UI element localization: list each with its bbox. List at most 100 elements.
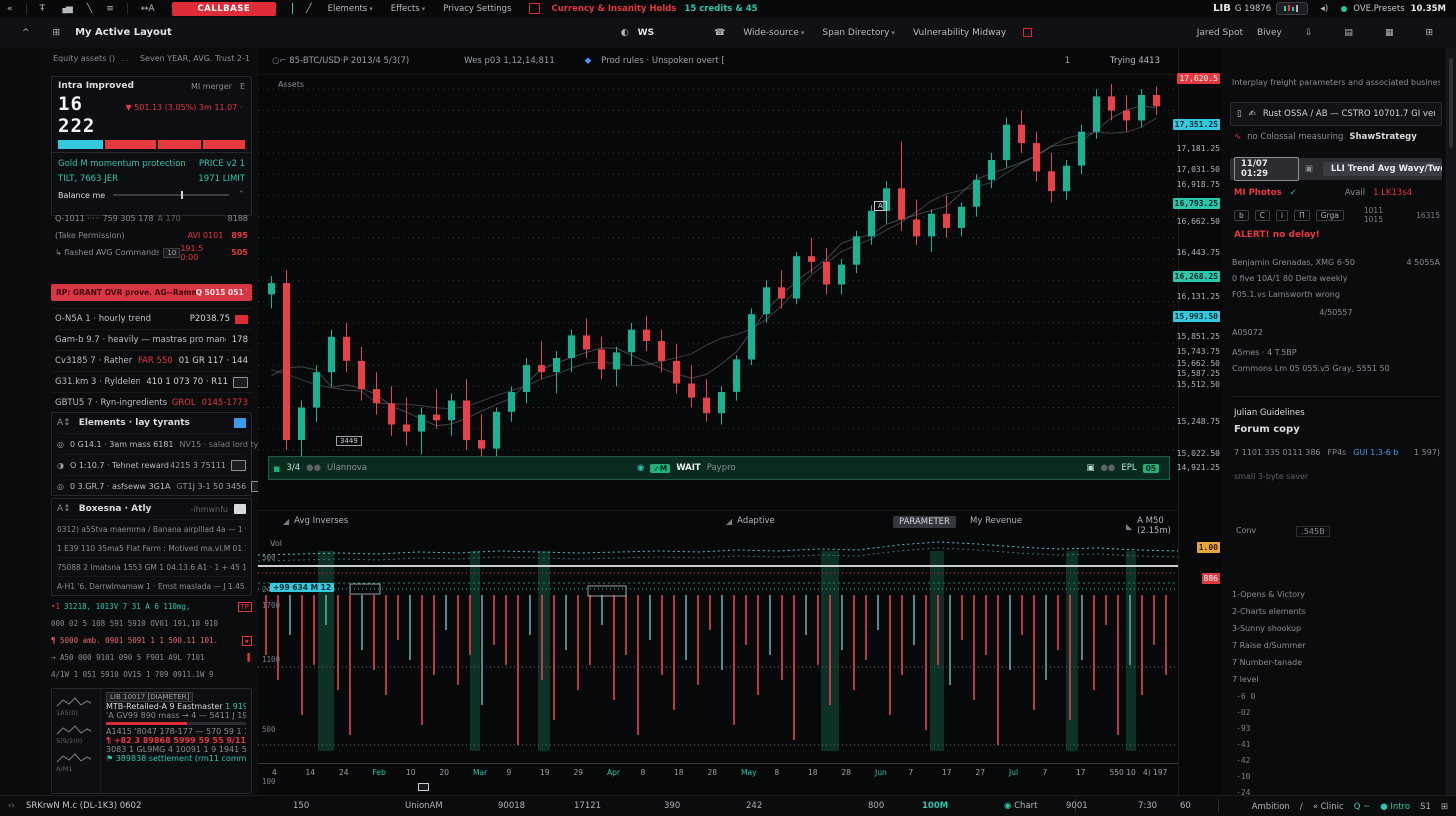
symbol-search[interactable]: ○⌐ 85-BTC/USD·P 2013/4 5/3(7): [272, 56, 409, 66]
bars-tool-icon[interactable]: ▗▅: [59, 4, 73, 14]
order-box-badge[interactable]: [233, 377, 248, 388]
menu-elements[interactable]: Elements▾: [328, 4, 373, 14]
quote-mi-label[interactable]: MI merger: [191, 82, 232, 91]
tab-timestamp[interactable]: 11/07 01:29: [1234, 157, 1299, 181]
chart-annotation-tag[interactable]: 3449: [336, 436, 362, 446]
draw-tool-icon[interactable]: ╲: [87, 4, 92, 14]
broker-row[interactable]: ▯ ✍ Rust OSSA / AB — CSTRO 10701.7 GI ve…: [1230, 102, 1442, 126]
trendline-icon[interactable]: ╱: [306, 4, 311, 14]
candlestick-chart[interactable]: [258, 74, 1178, 484]
chart-marker-a[interactable]: A: [874, 201, 887, 211]
lower-header-item[interactable]: ◢Avg Inverses: [283, 516, 348, 526]
phone-icon[interactable]: ☎: [714, 28, 725, 38]
photos-label[interactable]: MI Photos: [1234, 188, 1282, 198]
toggle-icon[interactable]: ▣: [1305, 164, 1313, 174]
right-list-item[interactable]: 2-Charts elements: [1232, 607, 1440, 616]
elements-box-badge[interactable]: [231, 460, 246, 471]
order-row[interactable]: Gam-b 9.7 · heavily — mastras pro manda-…: [51, 329, 252, 350]
format-button[interactable]: b: [1234, 210, 1249, 221]
tab-trend[interactable]: LLI Trend Avg Wavy/Two: [1323, 162, 1442, 176]
active-layout-label[interactable]: My Active Layout: [75, 27, 172, 38]
scanner-row[interactable]: ¶ 5000 amb. 0901 5091 1 1 500.11 101.▪: [51, 632, 252, 649]
order-row[interactable]: O-N5A 1 · hourly trendP2038.75: [51, 308, 252, 329]
right-list-item[interactable]: 7 Raise d/Summer: [1232, 641, 1440, 650]
format-button[interactable]: i: [1276, 210, 1288, 221]
nav-jared-spot[interactable]: Jared Spot: [1197, 28, 1243, 38]
format-button[interactable]: Π: [1294, 210, 1310, 221]
volume-chart[interactable]: [258, 537, 1178, 763]
price-axis[interactable]: 17,620.517,351.2517,181.2517,031.5016,91…: [1178, 48, 1223, 795]
order-red-badge[interactable]: [235, 315, 248, 324]
boxes-row[interactable]: 0312) a55tva maemma / Banana airplllad 4…: [57, 519, 246, 538]
scanner-row[interactable]: •131218, 1013V 7 31 A 6 110mg,TP: [51, 598, 252, 615]
back-icon[interactable]: «: [7, 4, 13, 14]
apps-grid-icon[interactable]: ⊞: [1441, 802, 1448, 812]
chevron-up-icon[interactable]: ⌃: [237, 190, 245, 200]
boxes-row[interactable]: 75088 2 Imatsna 1553 GM 1 04.13.6 A1 · 1…: [57, 557, 246, 576]
boxes-row[interactable]: 1 E39 110 35ma5 Flat Farm : Motived ma.v…: [57, 538, 246, 557]
sort-icon[interactable]: A↕: [57, 504, 71, 514]
panel-icon[interactable]: ▤: [1344, 28, 1353, 38]
alert-banner[interactable]: RP: GRANT OVR prove. AG--Rammy J MI Q 50…: [51, 284, 252, 301]
lower-header-item[interactable]: ◢Adaptive: [726, 516, 775, 526]
flag-icon[interactable]: ◆: [585, 56, 592, 66]
order-row[interactable]: G31.km 3 · Ryldelen mnemars410 1 073 70 …: [51, 371, 252, 392]
presets-label[interactable]: OVE.Presets: [1353, 4, 1404, 14]
right-list-item[interactable]: 3-Sunny shookup: [1232, 624, 1440, 633]
chart-banner[interactable]: ▪ 3/4 ●● Ulannova ◉ ✓M WAIT Paypro ▣ ●● …: [268, 456, 1170, 480]
ws-indicator[interactable]: ◐ WS: [612, 28, 654, 38]
measure-tool-icon[interactable]: ↔A: [141, 4, 155, 14]
live-trade-button[interactable]: CALLBASE: [172, 2, 277, 16]
fp-link[interactable]: GUI 1.3-6 b: [1353, 448, 1398, 457]
nav-widesource[interactable]: Wide-source▾: [743, 28, 804, 38]
time-axis[interactable]: 41424Feb1020Mar91929Apr81828May81828Jun7…: [258, 763, 1178, 782]
more-icon[interactable]: ...: [121, 54, 129, 63]
status-right-item[interactable]: ● Intro: [1380, 802, 1410, 812]
fp-row[interactable]: 7 1101 335 0111 386 FP4s GUI 1.3-6 b 1 5…: [1234, 448, 1440, 457]
nav-bivey[interactable]: Bivey: [1257, 28, 1282, 38]
collapse-icon[interactable]: ^: [22, 28, 30, 38]
banner-box-icon[interactable]: ▣: [1086, 463, 1094, 473]
download-icon[interactable]: ⇩: [1305, 28, 1313, 38]
code-icon[interactable]: ‹›: [8, 801, 15, 811]
elements-row[interactable]: ◑O 1:10.7 · Tehnet reward4215 3 75111: [57, 454, 246, 475]
assets-header-label[interactable]: Equity assets (): [53, 54, 115, 63]
menu-effects[interactable]: Effects▾: [391, 4, 425, 14]
status-right-item[interactable]: S1: [1420, 802, 1431, 812]
white-badge[interactable]: [234, 504, 246, 514]
elements-row[interactable]: ◎0 3.GR.7 · asfseww 3G1AGT1J 3-1 50 3456: [57, 475, 246, 496]
lower-header-item[interactable]: ◣A M50 (2.15m): [1126, 516, 1178, 536]
scanner-row[interactable]: 000 02 5 108 591 5910 OV01 191,10 910: [51, 615, 252, 632]
lower-header-item[interactable]: My Revenue: [970, 516, 1022, 526]
speaker-icon[interactable]: ◂): [1320, 4, 1328, 14]
balance-slider[interactable]: [113, 194, 229, 196]
mini-chart-button[interactable]: [1276, 2, 1308, 15]
elements-row[interactable]: ◎0 G14.1 · 3am mass 6181NV15 · salad lor…: [57, 433, 246, 454]
trying-label[interactable]: Trying 4413: [1110, 56, 1160, 66]
right-list-item[interactable]: 7 level: [1232, 675, 1440, 684]
grid-view-icon[interactable]: ▦: [1385, 28, 1394, 38]
right-scrollbar[interactable]: [1446, 48, 1456, 795]
right-list-item[interactable]: 1-Opens & Victory: [1232, 590, 1440, 599]
apps-icon[interactable]: ⊞: [1425, 28, 1433, 38]
right-list-item[interactable]: 7 Number-tanade: [1232, 658, 1440, 667]
sort-icon[interactable]: A↕: [57, 418, 71, 428]
list-tool-icon[interactable]: ≡: [106, 4, 114, 14]
scanner-row[interactable]: 4/1W 1 051 5910 OV15 1 709 0911.1W 9: [51, 666, 252, 683]
quote-expand[interactable]: E: [240, 82, 245, 91]
crosshair-tool-icon[interactable]: Ŧ: [40, 4, 46, 14]
nav-alert-icon[interactable]: [1023, 28, 1032, 37]
format-button[interactable]: C: [1255, 210, 1270, 221]
order-row[interactable]: Cv3185 7 · Rather short JWFAR 55001 GR 1…: [51, 350, 252, 371]
order-row[interactable]: GBTU5 7 · Ryn-ingredients mp khew,GROL01…: [51, 392, 252, 413]
format-button[interactable]: Grga: [1316, 210, 1344, 221]
scanner-row[interactable]: → A50 000 9101 090 5 F901 A9L 7101▌: [51, 649, 252, 666]
boxes-row[interactable]: A-H1 '6. Darrwlmamaw 1 · Emst maslada — …: [57, 576, 246, 595]
indicator-selector[interactable]: Prod rules · Unspoken overt [: [601, 56, 724, 66]
nav-vulnerability[interactable]: Vulnerability Midway: [913, 28, 1006, 38]
status-right-item[interactable]: Q ~: [1354, 802, 1371, 812]
lower-header-item[interactable]: PARAMETER: [893, 516, 956, 528]
layout-grid-icon[interactable]: ⊞: [53, 28, 61, 38]
interval-selector[interactable]: Wes p03 1,12,14,811: [464, 56, 555, 66]
conv-value[interactable]: .545B: [1296, 526, 1329, 537]
